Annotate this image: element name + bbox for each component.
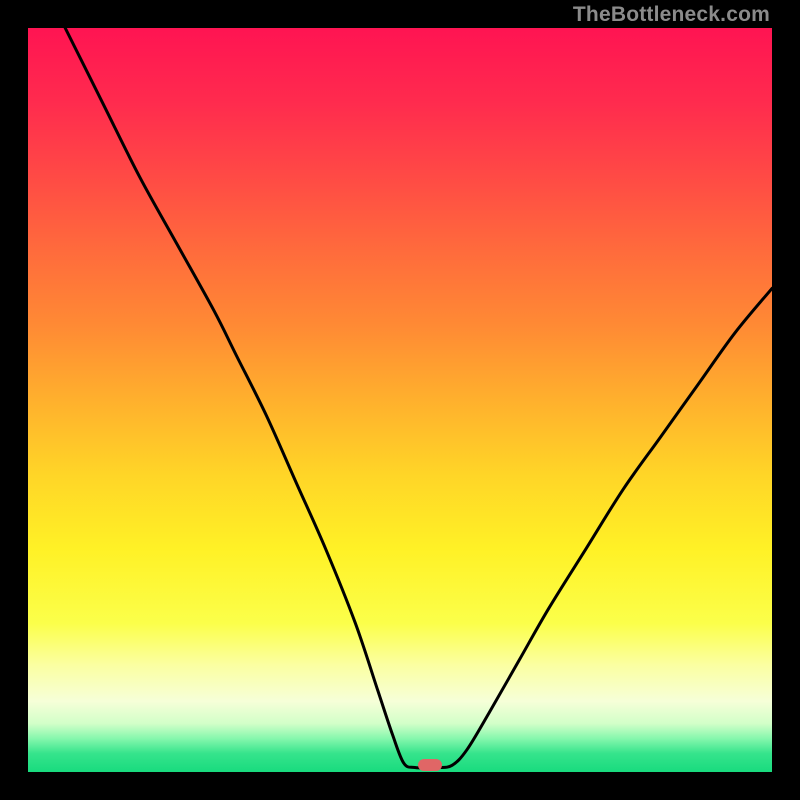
watermark-text: TheBottleneck.com [573, 3, 770, 27]
optimal-marker [418, 759, 442, 771]
bottleneck-curve [65, 28, 772, 768]
